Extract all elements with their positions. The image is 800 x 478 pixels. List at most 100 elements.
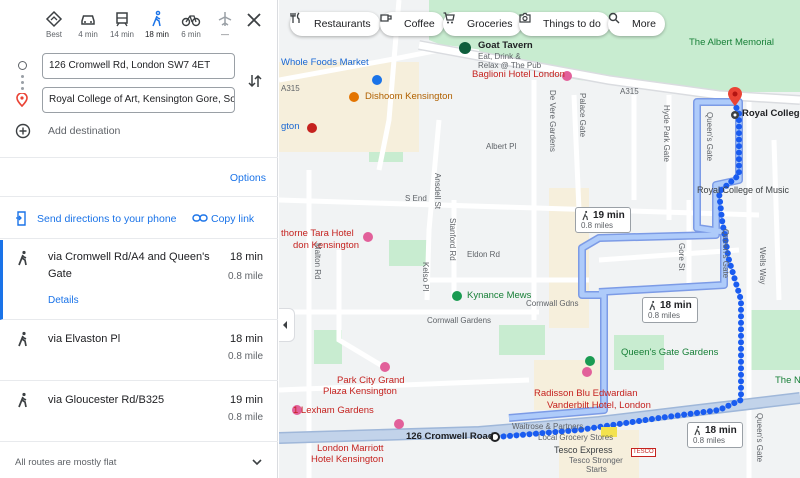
travel-mode-bar: Best 4 min 14 min 18 min 6 min — (0, 6, 278, 46)
map-label-goat-tavern[interactable]: Goat Tavern (478, 40, 533, 51)
walking-icon (649, 300, 655, 311)
map-label-hyde-park: Hyde Park Gate (661, 105, 671, 162)
callout-distance: 0.8 miles (648, 311, 681, 320)
best-route-icon (45, 10, 63, 28)
map-label-dishoom[interactable]: Dishoom Kensington (365, 91, 453, 102)
route-callout-18min-a[interactable]: 18 min 0.8 miles (642, 297, 698, 323)
walking-icon (582, 210, 588, 221)
route-name: via Elvaston Pl (48, 333, 121, 345)
chip-things-to-do-label: Things to do (543, 18, 601, 30)
route-callout-19min[interactable]: 19 min 0.8 miles (575, 207, 631, 233)
callout-time: 19 min (593, 210, 625, 221)
route-distance: 0.8 mile (227, 271, 263, 282)
send-to-phone-button[interactable]: Send directions to your phone (37, 213, 177, 225)
terrain-note: All routes are mostly flat (15, 457, 117, 468)
map-label-cornwall-gdns: Cornwall Gdns (526, 299, 579, 308)
mode-transit-button[interactable]: 14 min (105, 6, 139, 44)
chip-restaurants-label: Restaurants (314, 18, 371, 30)
route-time: 19 min (229, 394, 263, 406)
route-callout-18min-b[interactable]: 18 min 0.8 miles (687, 422, 743, 448)
trail-dot (21, 87, 24, 90)
route-name: via Gloucester Rd/B325 (48, 394, 165, 406)
map-label-thorne-tara[interactable]: thorne Tara Hotel (281, 228, 354, 239)
mode-driving-button[interactable]: 4 min (71, 6, 105, 44)
route-time: 18 min (229, 333, 263, 345)
chip-restaurants[interactable]: Restaurants (290, 12, 380, 36)
mode-walking-button[interactable]: 18 min (140, 6, 174, 44)
share-strip: Send directions to your phone Copy link (0, 196, 278, 239)
route-details-link[interactable]: Details (48, 295, 79, 306)
map-label-royal-college[interactable]: Royal College (742, 108, 800, 119)
map-label-whole-foods[interactable]: Whole Foods Market (281, 57, 369, 68)
map-label-a315: A315 (620, 87, 639, 96)
route-distance: 0.8 mile (227, 351, 263, 362)
mode-transit-time: 14 min (109, 30, 134, 39)
collapse-panel-button[interactable] (279, 308, 295, 342)
callout-distance: 0.8 miles (693, 436, 726, 445)
mode-best-button[interactable]: Best (37, 6, 71, 44)
chip-more[interactable]: More (608, 12, 665, 36)
options-button[interactable]: Options (230, 172, 266, 184)
copy-link-button[interactable]: Copy link (211, 213, 254, 225)
origin-input[interactable]: 126 Cromwell Rd, London SW7 4ET (42, 53, 235, 79)
add-circle-icon[interactable] (15, 123, 31, 139)
map-label-albert-pl: Albert Pl (486, 142, 517, 151)
map-label-albert-memorial[interactable]: The Albert Memorial (689, 37, 774, 48)
chip-coffee-label: Coffee (404, 18, 435, 30)
mode-flights-time: — (221, 30, 229, 39)
mode-cycling-button[interactable]: 6 min (174, 6, 208, 44)
link-icon (192, 214, 208, 222)
callout-time: 18 min (705, 425, 737, 436)
swap-arrows-icon[interactable] (246, 72, 264, 90)
mode-flights-button[interactable]: — (208, 6, 242, 44)
chevron-down-icon[interactable] (251, 456, 263, 468)
chip-things-to-do[interactable]: Things to do (519, 12, 610, 36)
restaurant-icon (290, 12, 300, 23)
map-label-a315: A315 (281, 84, 300, 93)
map-label-ansdell: Ansdell St (432, 173, 442, 210)
origin-circle-icon (18, 61, 27, 70)
car-icon (81, 15, 95, 25)
destination-input[interactable]: Royal College of Art, Kensington Gore, S… (42, 87, 235, 113)
route-option-3[interactable]: via Gloucester Rd/B325 19 min 0.8 mile (0, 381, 278, 442)
map-label-palace-gate: Palace Gate (577, 93, 587, 138)
chip-coffee[interactable]: Coffee (380, 12, 444, 36)
map-label-kensington: don Kensington (293, 240, 360, 251)
callout-distance: 0.8 miles (581, 221, 614, 230)
chip-more-label: More (632, 18, 656, 30)
map-label-wells-way: Wells Way (757, 247, 767, 285)
map-label-baglioni[interactable]: Baglioni Hotel London (472, 69, 565, 80)
map-label-the-na: The Na (775, 375, 800, 386)
map-label-kynance[interactable]: Kynance Mews (467, 290, 531, 301)
destination-pin-icon (16, 93, 28, 107)
trail-dot (21, 81, 24, 84)
map-label-malton: Malton Rd (312, 243, 322, 280)
map-label-queens-gate: Queen's Gate (704, 112, 714, 162)
chip-groceries[interactable]: Groceries (443, 12, 522, 36)
chevron-left-icon (283, 321, 287, 329)
map-label-origin[interactable]: 126 Cromwell Road (406, 431, 494, 442)
airplane-icon (218, 12, 232, 26)
map-label-tesco[interactable]: Tesco Express (554, 445, 613, 456)
map-label-s-end: S End (405, 194, 427, 203)
route-option-2[interactable]: via Elvaston Pl 18 min 0.8 mile (0, 320, 278, 381)
callout-time: 18 min (660, 300, 692, 311)
map-label-waitrose[interactable]: Waitrose & Partners (512, 422, 583, 432)
map-label-tesco-sub: Starts (586, 465, 607, 474)
add-destination-button[interactable]: Add destination (48, 125, 120, 137)
map-label-kelso: Kelso Pl (420, 262, 430, 292)
map-canvas[interactable]: Restaurants Coffee Groceries Things to d… (279, 0, 800, 478)
map-label-queens-gate-gardens[interactable]: Queen's Gate Gardens (621, 347, 718, 358)
map-label-marriott[interactable]: London Marriott (317, 443, 384, 454)
map-label-lexham[interactable]: 1 Lexham Gardens (293, 405, 374, 416)
train-icon (116, 12, 128, 27)
map-label-radisson[interactable]: Radisson Blu Edwardian (534, 388, 638, 399)
map-label-queens-gate-3: Queen's Gate (754, 413, 764, 463)
map-label-royal-music[interactable]: Royal College of Music (697, 185, 789, 196)
close-icon[interactable] (244, 10, 264, 30)
map-label-cornwall-gardens: Cornwall Gardens (427, 316, 492, 325)
map-label-gore-st: Gore St (676, 243, 686, 271)
map-label-waitrose-sub: Local Grocery Stores (538, 433, 614, 442)
route-option-1[interactable]: via Cromwell Rd/A4 and Queen's Gate 18 m… (0, 240, 278, 320)
map-label-park-city[interactable]: Park City Grand (337, 375, 405, 386)
